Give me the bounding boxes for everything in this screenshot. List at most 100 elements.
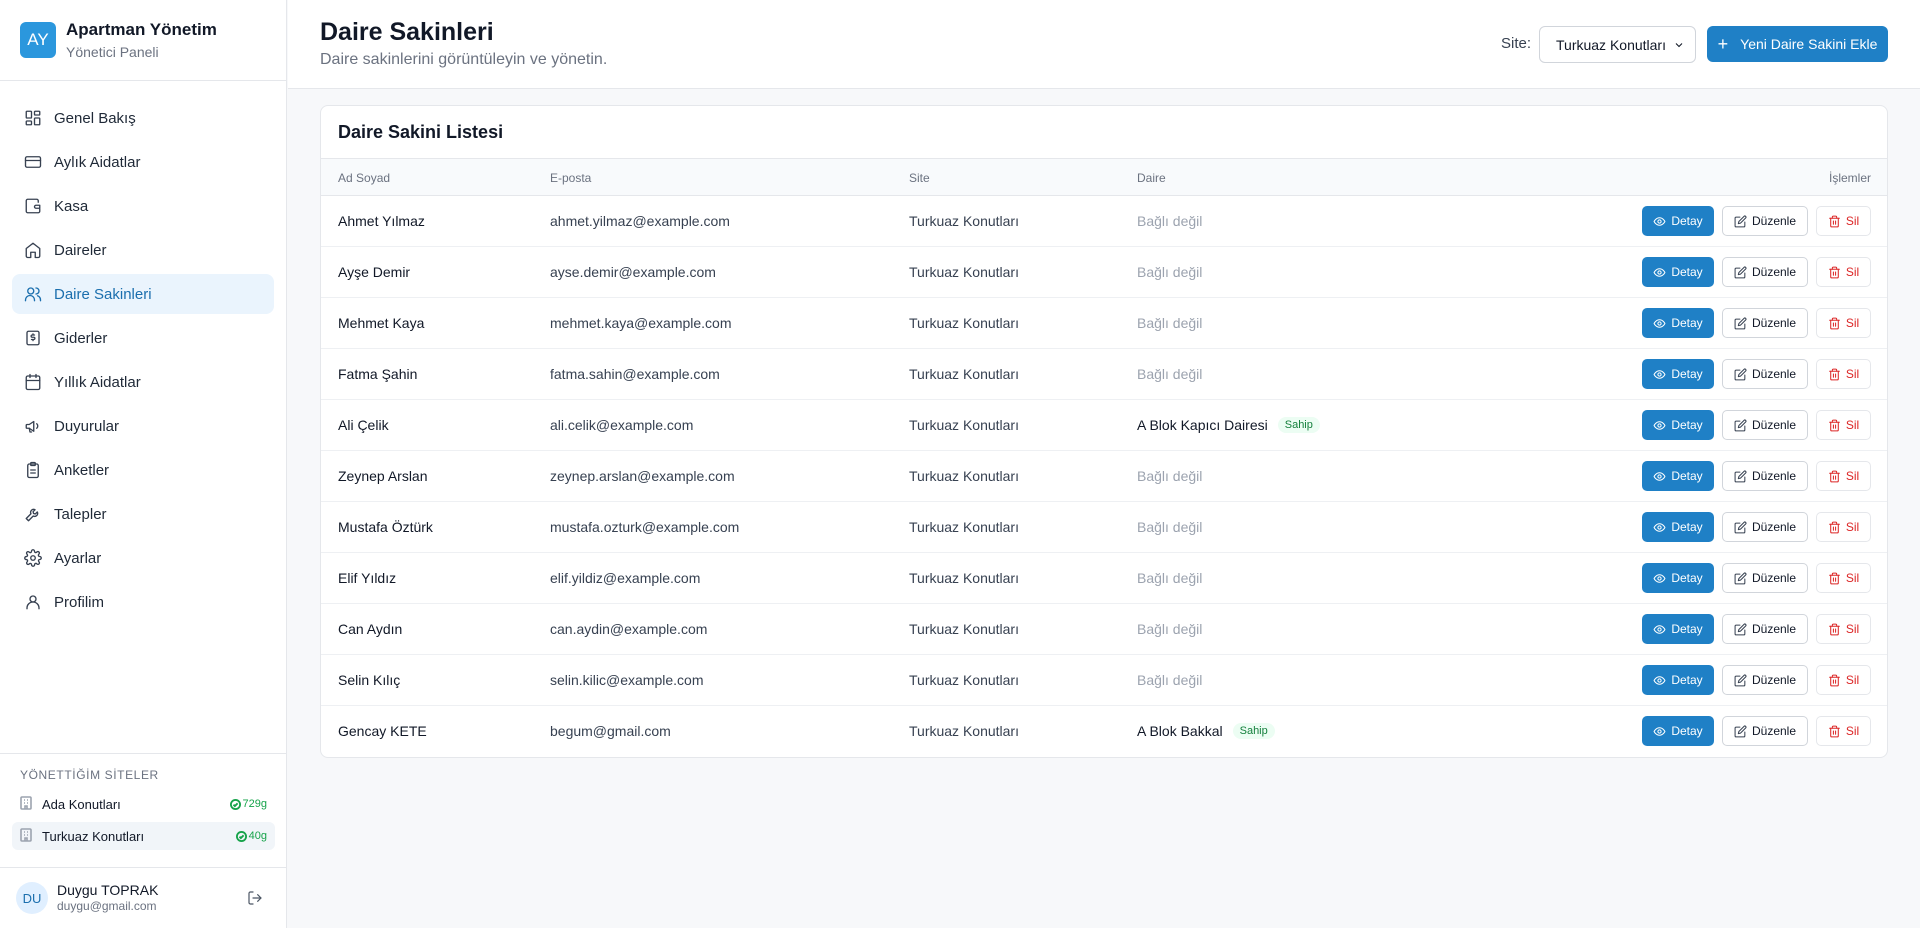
sidebar-item-label: Profilim <box>54 593 105 611</box>
delete-button[interactable]: Sil <box>1816 716 1871 746</box>
detail-button[interactable]: Detay <box>1642 665 1714 695</box>
resident-site: Turkuaz Konutları <box>909 621 1019 637</box>
edit-label: Düzenle <box>1751 367 1797 381</box>
resident-list-card: Daire Sakini Listesi Ad Soyad E-posta Si… <box>320 105 1888 758</box>
delete-button[interactable]: Sil <box>1816 308 1871 338</box>
home-icon <box>24 241 42 259</box>
detail-button[interactable]: Detay <box>1642 308 1714 338</box>
sidebar-item-ayarlar[interactable]: Ayarlar <box>12 538 274 578</box>
detail-button[interactable]: Detay <box>1642 716 1714 746</box>
delete-button[interactable]: Sil <box>1816 563 1871 593</box>
sidebar-item-duyurular[interactable]: Duyurular <box>12 406 274 446</box>
edit-button[interactable]: Düzenle <box>1722 257 1808 287</box>
edit-button[interactable]: Düzenle <box>1722 614 1808 644</box>
sidebar-item-label: Talepler <box>54 505 107 523</box>
flat-name: Bağlı değil <box>1137 570 1203 586</box>
detail-button[interactable]: Detay <box>1642 257 1714 287</box>
edit-icon <box>1734 215 1747 227</box>
sidebar-item-daire-sakinleri[interactable]: Daire Sakinleri <box>12 274 274 314</box>
edit-button[interactable]: Düzenle <box>1722 308 1808 338</box>
sidebar-item-giderler[interactable]: Giderler <box>12 318 274 358</box>
detail-button[interactable]: Detay <box>1642 512 1714 542</box>
delete-label: Sil <box>1845 622 1860 636</box>
eye-icon <box>1653 726 1666 736</box>
edit-button[interactable]: Düzenle <box>1722 461 1808 491</box>
table-row: Can Aydın can.aydin@example.com Turkuaz Ko… <box>321 604 1887 655</box>
sidebar-item-label: Aylık Aidatlar <box>54 153 141 171</box>
edit-label: Düzenle <box>1751 265 1797 279</box>
megaphone-icon <box>24 417 42 435</box>
site-item[interactable]: Turkuaz Konutları 40g <box>12 822 275 850</box>
delete-button[interactable]: Sil <box>1816 461 1871 491</box>
eye-icon <box>1653 267 1666 277</box>
resident-flat: Bağlı değil <box>1137 213 1202 229</box>
delete-button[interactable]: Sil <box>1816 206 1871 236</box>
sidebar-item-anketler[interactable]: Anketler <box>12 450 274 490</box>
delete-button[interactable]: Sil <box>1816 410 1871 440</box>
detail-label: Detay <box>1671 214 1703 228</box>
site-select[interactable]: Turkuaz Konutları <box>1539 26 1696 63</box>
detail-button[interactable]: Detay <box>1642 461 1714 491</box>
edit-label: Düzenle <box>1751 724 1797 738</box>
sidebar-item-talepler[interactable]: Talepler <box>12 494 274 534</box>
flat-name: Bağlı değil <box>1137 621 1203 637</box>
delete-button[interactable]: Sil <box>1816 359 1871 389</box>
edit-button[interactable]: Düzenle <box>1722 410 1808 440</box>
resident-flat: Bağlı değil <box>1137 264 1202 280</box>
table-row: Mustafa Öztürk mustafa.ozturk@example.com… <box>321 502 1887 553</box>
detail-button[interactable]: Detay <box>1642 614 1714 644</box>
sidebar-item-genel-bak-[interactable]: Genel Bakış <box>12 98 274 138</box>
edit-button[interactable]: Düzenle <box>1722 206 1808 236</box>
sidebar-item-y-ll-k-aidatlar[interactable]: Yıllık Aidatlar <box>12 362 274 402</box>
edit-button[interactable]: Düzenle <box>1722 512 1808 542</box>
flat-name: A Blok Kapıcı Dairesi <box>1137 417 1268 433</box>
managed-sites: YÖNETTİĞİM SİTELER Ada Konutları 729g Turk… <box>0 753 287 854</box>
edit-label: Düzenle <box>1751 520 1797 534</box>
delete-label: Sil <box>1845 673 1860 687</box>
building-icon <box>20 795 32 813</box>
flat-name: A Blok Bakkal <box>1137 723 1223 739</box>
detail-button[interactable]: Detay <box>1642 563 1714 593</box>
sidebar-item-profilim[interactable]: Profilim <box>12 582 274 622</box>
edit-label: Düzenle <box>1751 214 1797 228</box>
sidebar-item-daireler[interactable]: Daireler <box>12 230 274 270</box>
detail-button[interactable]: Detay <box>1642 410 1714 440</box>
delete-button[interactable]: Sil <box>1816 665 1871 695</box>
user-email: duygu@gmail.com <box>57 899 157 913</box>
avatar: DU <box>16 882 48 914</box>
delete-button[interactable]: Sil <box>1816 512 1871 542</box>
delete-label: Sil <box>1845 520 1860 534</box>
resident-site: Turkuaz Konutları <box>909 570 1019 586</box>
edit-label: Düzenle <box>1751 469 1797 483</box>
edit-button[interactable]: Düzenle <box>1722 665 1808 695</box>
sidebar-item-ayl-k-aidatlar[interactable]: Aylık Aidatlar <box>12 142 274 182</box>
resident-site: Turkuaz Konutları <box>909 213 1019 229</box>
edit-icon <box>1734 521 1747 533</box>
edit-button[interactable]: Düzenle <box>1722 359 1808 389</box>
site-days: 729g <box>242 798 267 810</box>
add-resident-button[interactable]: + Yeni Daire Sakini Ekle <box>1707 26 1888 62</box>
edit-button[interactable]: Düzenle <box>1722 563 1808 593</box>
card-title: Daire Sakini Listesi <box>321 106 1887 159</box>
detail-label: Detay <box>1671 724 1703 738</box>
logout-icon[interactable] <box>245 888 265 908</box>
resident-site: Turkuaz Konutları <box>909 315 1019 331</box>
sidebar-item-kasa[interactable]: Kasa <box>12 186 274 226</box>
eye-icon <box>1653 420 1666 430</box>
resident-email: begum@gmail.com <box>550 723 671 739</box>
sidebar-item-label: Kasa <box>54 197 89 215</box>
sidebar: AY Apartman Yönetim Yönetici Paneli Gene… <box>0 0 287 928</box>
col-flat: Daire <box>1137 171 1166 185</box>
trash-icon <box>1828 725 1840 737</box>
detail-button[interactable]: Detay <box>1642 206 1714 236</box>
col-name: Ad Soyad <box>338 171 391 185</box>
page-title: Daire Sakinleri <box>320 18 494 46</box>
edit-button[interactable]: Düzenle <box>1722 716 1808 746</box>
detail-button[interactable]: Detay <box>1642 359 1714 389</box>
edit-icon <box>1734 368 1747 380</box>
delete-button[interactable]: Sil <box>1816 614 1871 644</box>
site-item[interactable]: Ada Konutları 729g <box>12 790 275 818</box>
edit-icon <box>1734 470 1747 482</box>
delete-button[interactable]: Sil <box>1816 257 1871 287</box>
table-row: Zeynep Arslan zeynep.arslan@example.com Tu… <box>321 451 1887 502</box>
